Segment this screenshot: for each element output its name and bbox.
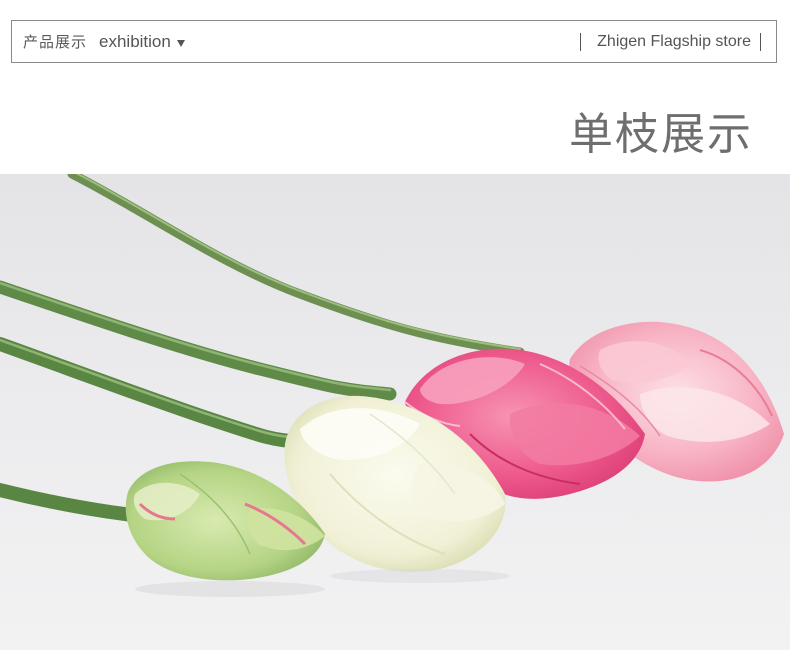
category-label-en: exhibition <box>99 31 171 51</box>
product-photo <box>0 174 790 650</box>
header-bar: 产品展示 exhibition Zhigen Flagship store <box>11 20 777 63</box>
category-menu[interactable]: 产品展示 exhibition <box>23 21 185 62</box>
caret-down-icon[interactable] <box>176 40 185 47</box>
category-label-cn: 产品展示 <box>23 33 88 51</box>
bud-shadow <box>330 569 510 583</box>
section-title: 单枝展示 <box>569 109 753 160</box>
divider-right <box>760 32 761 51</box>
divider-left <box>580 32 582 51</box>
store-name: Zhigen Flagship store <box>597 32 751 50</box>
bud-shadow <box>135 581 325 597</box>
product-page: 产品展示 exhibition Zhigen Flagship store 单枝… <box>0 0 790 650</box>
store-name-box: Zhigen Flagship store <box>580 21 761 62</box>
